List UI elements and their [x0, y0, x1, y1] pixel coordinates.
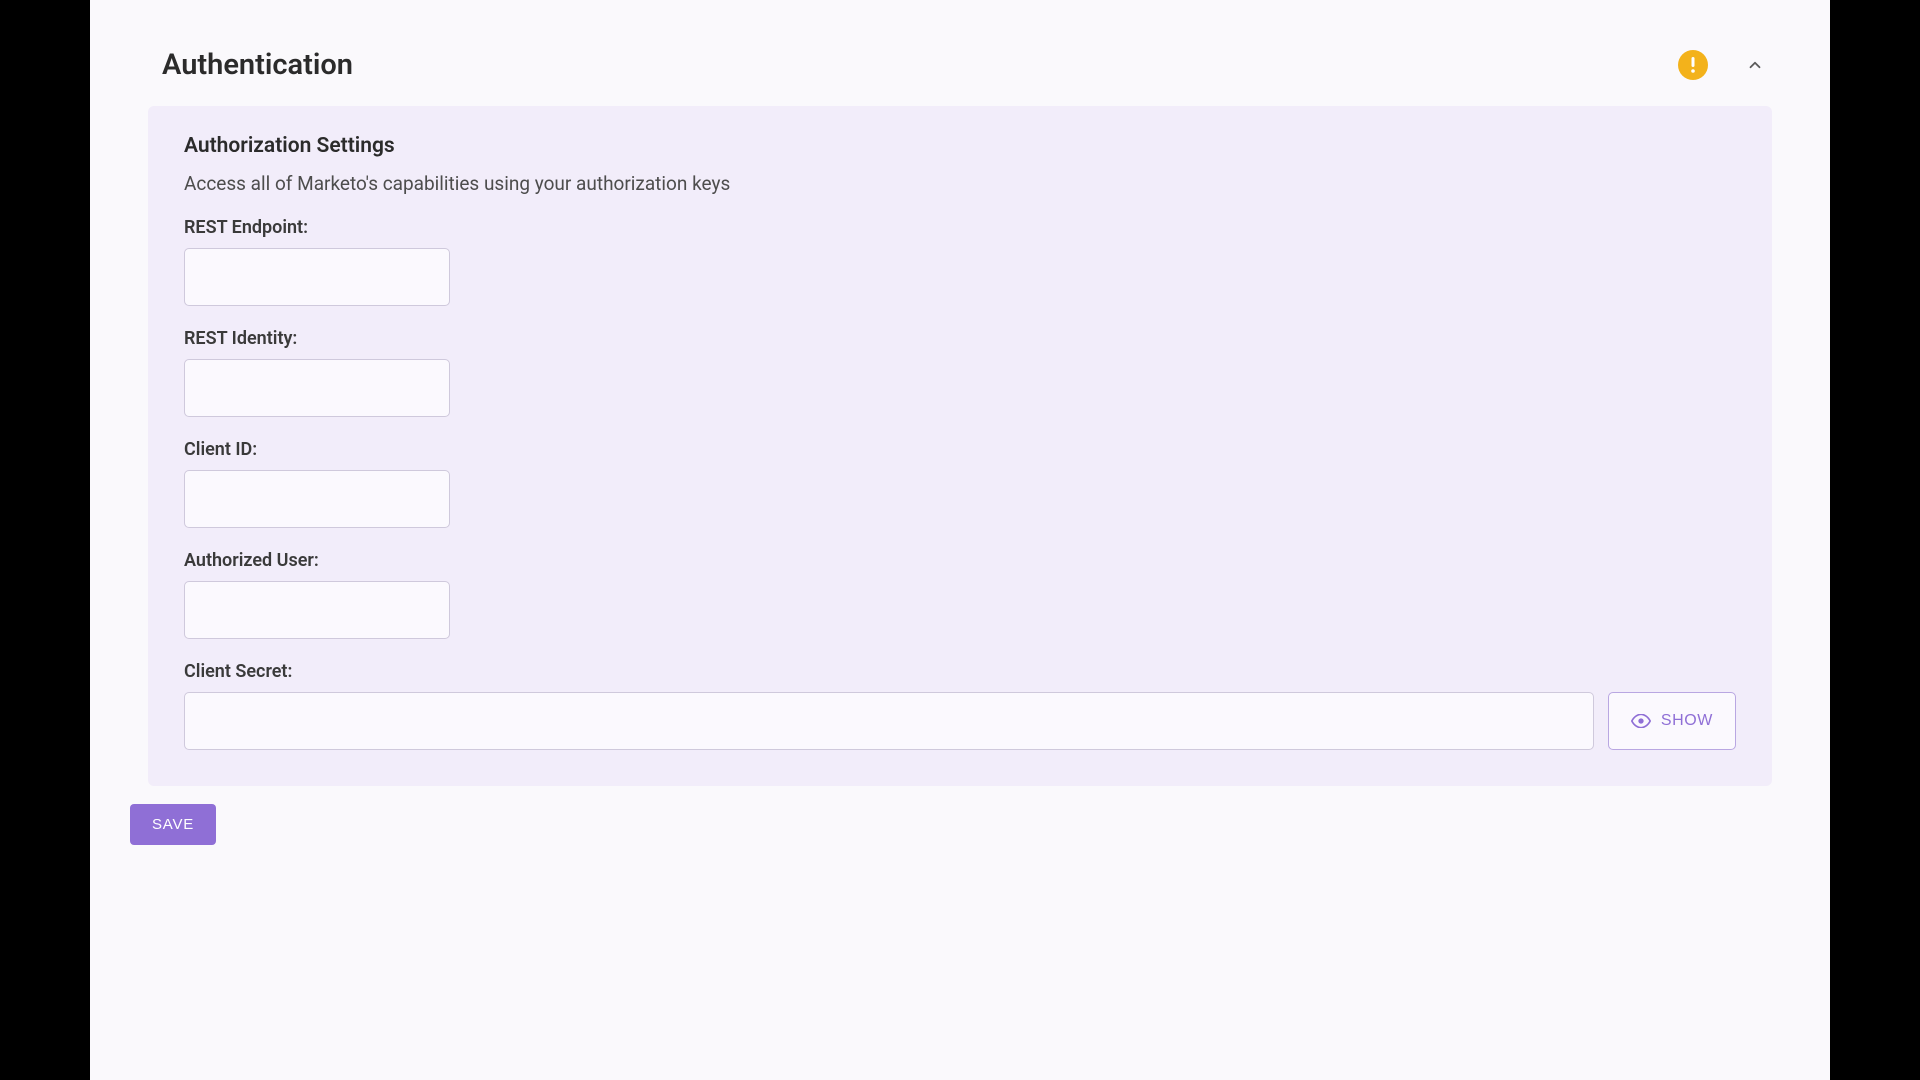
collapse-toggle[interactable] [1738, 48, 1772, 82]
authorized-user-input[interactable] [184, 581, 450, 639]
rest-endpoint-input[interactable] [184, 248, 450, 306]
show-secret-button[interactable]: SHOW [1608, 692, 1736, 750]
authorized-user-label: Authorized User: [184, 550, 1736, 571]
show-button-label: SHOW [1661, 712, 1713, 730]
warning-icon [1678, 50, 1708, 80]
save-button[interactable]: SAVE [130, 804, 216, 845]
field-authorized-user: Authorized User: [184, 550, 1736, 639]
client-secret-input[interactable] [184, 692, 1594, 750]
client-id-input[interactable] [184, 470, 450, 528]
eye-icon [1631, 714, 1651, 728]
rest-identity-label: REST Identity: [184, 328, 1736, 349]
card-subtitle: Access all of Marketo's capabilities usi… [184, 172, 1736, 195]
card-title: Authorization Settings [184, 134, 1736, 158]
authorization-settings-card: Authorization Settings Access all of Mar… [148, 106, 1772, 786]
save-button-label: SAVE [152, 816, 194, 833]
rest-endpoint-label: REST Endpoint: [184, 217, 1736, 238]
field-client-id: Client ID: [184, 439, 1736, 528]
panel-title: Authentication [162, 48, 1678, 82]
field-client-secret: Client Secret: SHOW [184, 661, 1736, 750]
rest-identity-input[interactable] [184, 359, 450, 417]
chevron-up-icon [1746, 56, 1764, 74]
save-row: SAVE [130, 804, 1790, 845]
client-secret-label: Client Secret: [184, 661, 1736, 682]
authentication-panel: Authentication Authorization Settings Ac… [130, 20, 1790, 786]
client-id-label: Client ID: [184, 439, 1736, 460]
field-rest-identity: REST Identity: [184, 328, 1736, 417]
panel-header: Authentication [130, 20, 1790, 106]
field-rest-endpoint: REST Endpoint: [184, 217, 1736, 306]
settings-surface: Authentication Authorization Settings Ac… [90, 0, 1830, 1080]
